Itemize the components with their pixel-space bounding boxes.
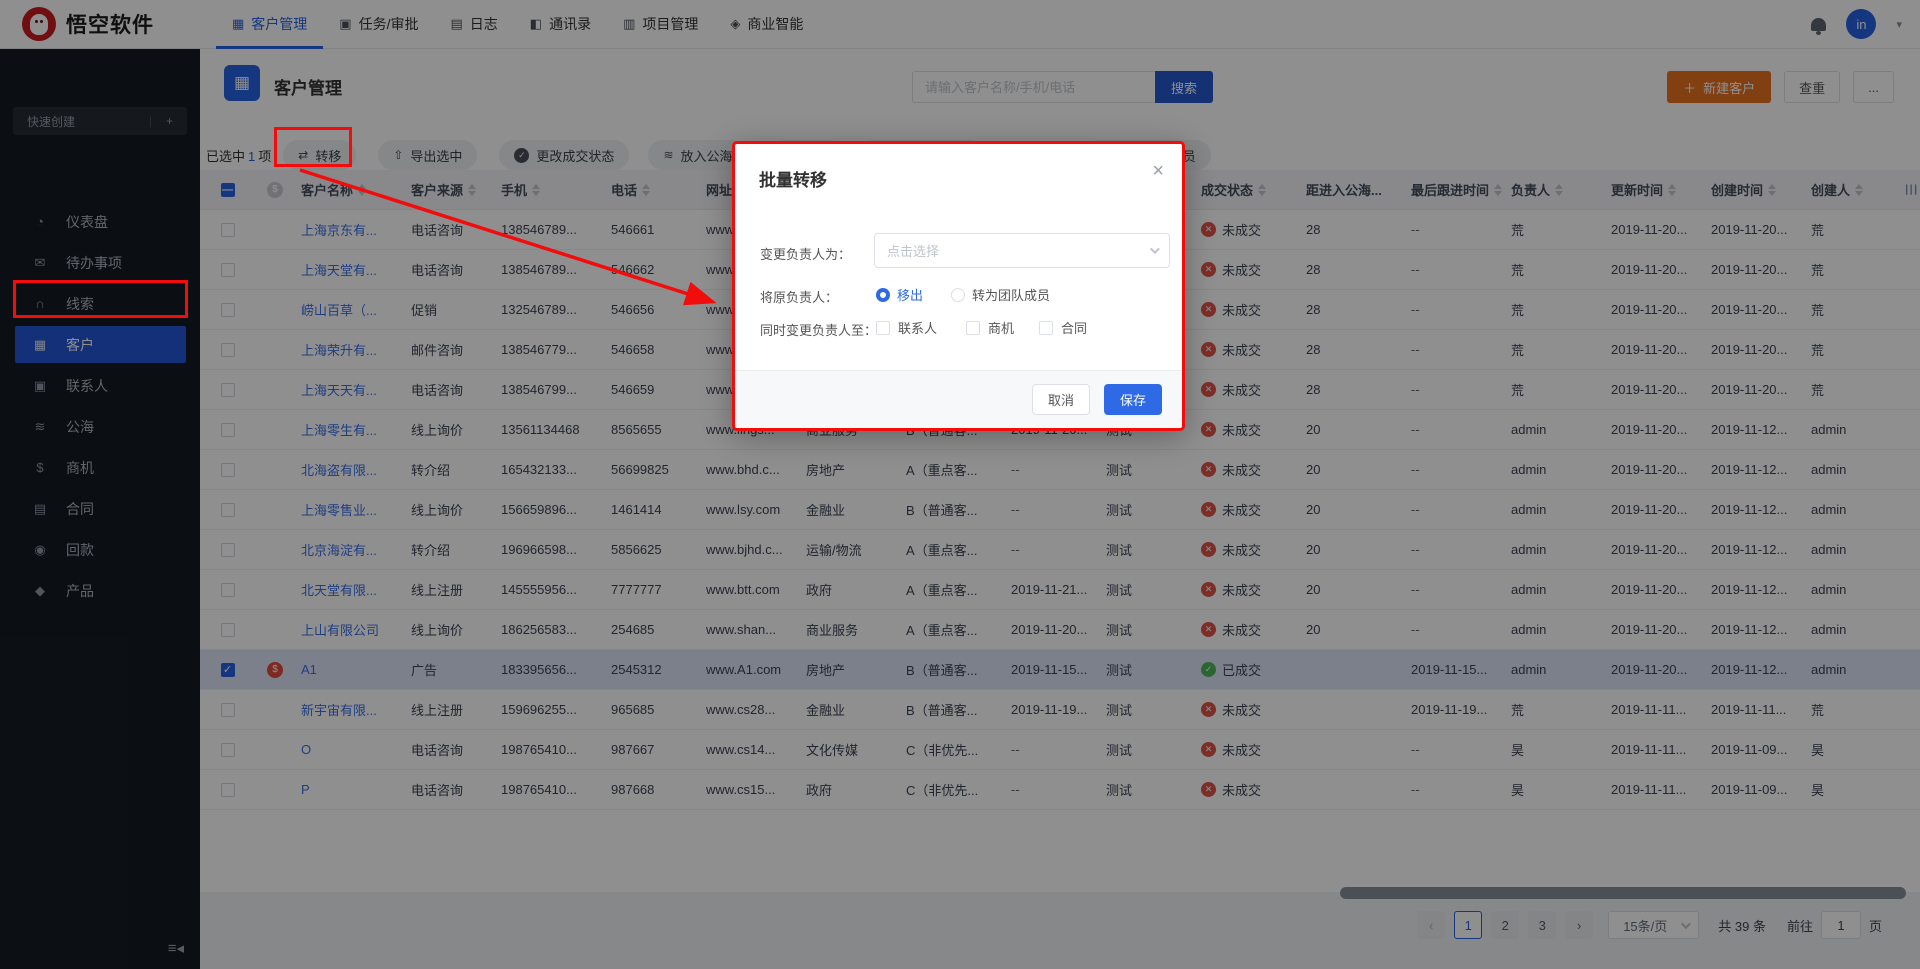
original-owner-label: 将原负责人： <box>760 287 838 306</box>
checkbox-icon <box>1039 321 1053 335</box>
chevron-down-icon <box>1150 244 1160 254</box>
checkbox-icon <box>966 321 980 335</box>
checkbox-contacts[interactable]: 联系人 <box>876 318 937 337</box>
close-icon[interactable]: × <box>1152 160 1164 183</box>
checkbox-icon <box>876 321 890 335</box>
checkbox-contract[interactable]: 合同 <box>1039 318 1087 337</box>
modal-title: 批量转移 <box>759 166 827 191</box>
change-owner-label: 变更负责人为： <box>760 244 851 263</box>
radio-icon <box>876 288 890 302</box>
modal-footer: 取消 保存 <box>735 370 1182 428</box>
owner-select-placeholder: 点击选择 <box>887 241 939 260</box>
radio-to-team-member[interactable]: 转为团队成员 <box>951 285 1050 304</box>
radio-icon <box>951 288 965 302</box>
cancel-button[interactable]: 取消 <box>1032 384 1090 415</box>
radio-remove[interactable]: 移出 <box>876 285 923 304</box>
also-change-label: 同时变更负责人至： <box>760 320 877 339</box>
batch-transfer-modal: 批量转移 × 变更负责人为： 点击选择 将原负责人： 移出 转为团队成员 同时变… <box>732 141 1185 431</box>
checkbox-opportunity[interactable]: 商机 <box>966 318 1014 337</box>
save-button[interactable]: 保存 <box>1104 384 1162 415</box>
owner-select[interactable]: 点击选择 <box>874 233 1170 268</box>
